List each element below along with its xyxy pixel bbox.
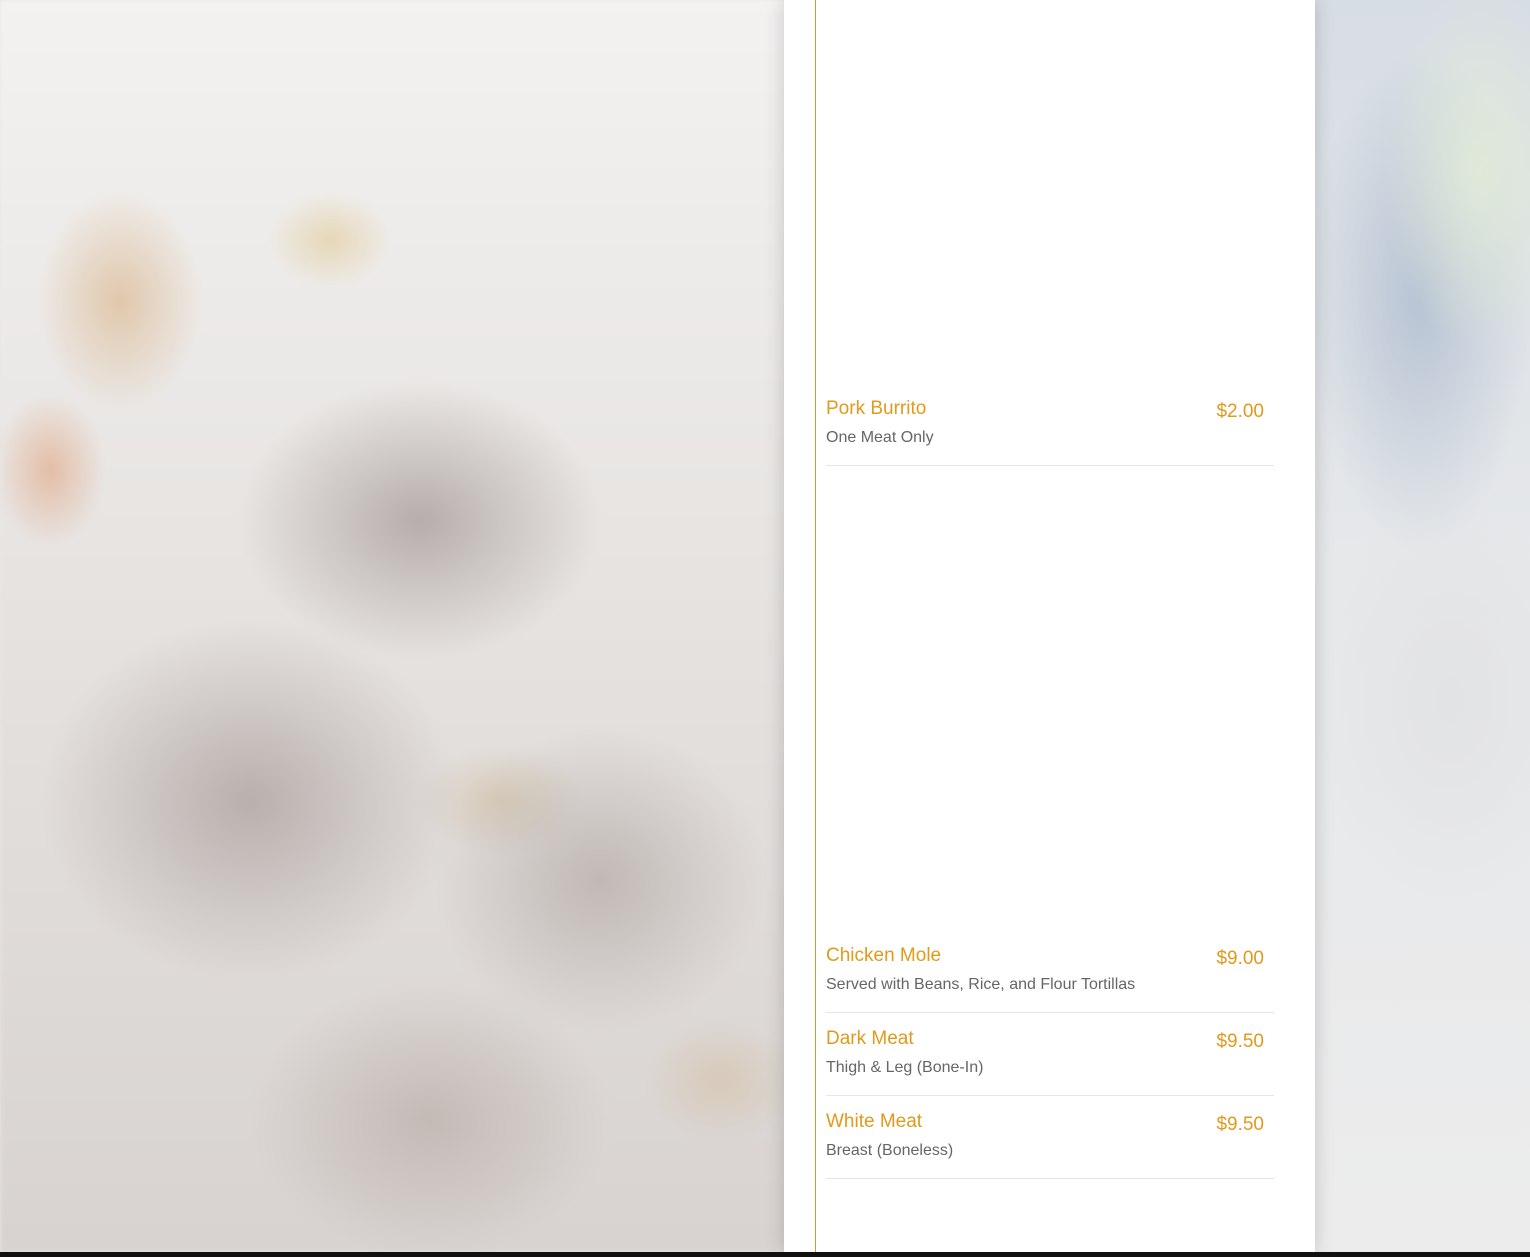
- item-description: Thigh & Leg (Bone-In): [826, 1059, 984, 1076]
- menu-panel: Pork Burrito One Meat Only $2.00 Chicken…: [784, 0, 1315, 1252]
- menu-item-dark-meat: Dark Meat Thigh & Leg (Bone-In) $9.50: [826, 1028, 1274, 1096]
- item-price: $2.00: [1216, 401, 1264, 422]
- item-price: $9.50: [1216, 1031, 1264, 1052]
- menu-item-pork-burrito: Pork Burrito One Meat Only $2.00: [826, 398, 1274, 466]
- item-description: Served with Beans, Rice, and Flour Torti…: [826, 976, 1136, 993]
- menu-item-chicken-mole: Chicken Mole Served with Beans, Rice, an…: [826, 945, 1274, 1013]
- background-food-image-left: [0, 0, 790, 1252]
- menu-item-white-meat: White Meat Breast (Boneless) $9.50: [826, 1111, 1274, 1179]
- item-name: Chicken Mole: [826, 945, 942, 966]
- item-name: Dark Meat: [826, 1028, 914, 1049]
- item-price: $9.00: [1216, 948, 1264, 969]
- background-food-image-right: [1310, 0, 1530, 1252]
- bottom-edge-bar: [0, 1252, 1530, 1257]
- item-name: White Meat: [826, 1111, 923, 1132]
- item-price: $9.50: [1216, 1114, 1264, 1135]
- panel-accent-rule: [815, 0, 816, 1252]
- item-description: One Meat Only: [826, 429, 934, 446]
- item-name: Pork Burrito: [826, 398, 927, 419]
- item-description: Breast (Boneless): [826, 1142, 954, 1159]
